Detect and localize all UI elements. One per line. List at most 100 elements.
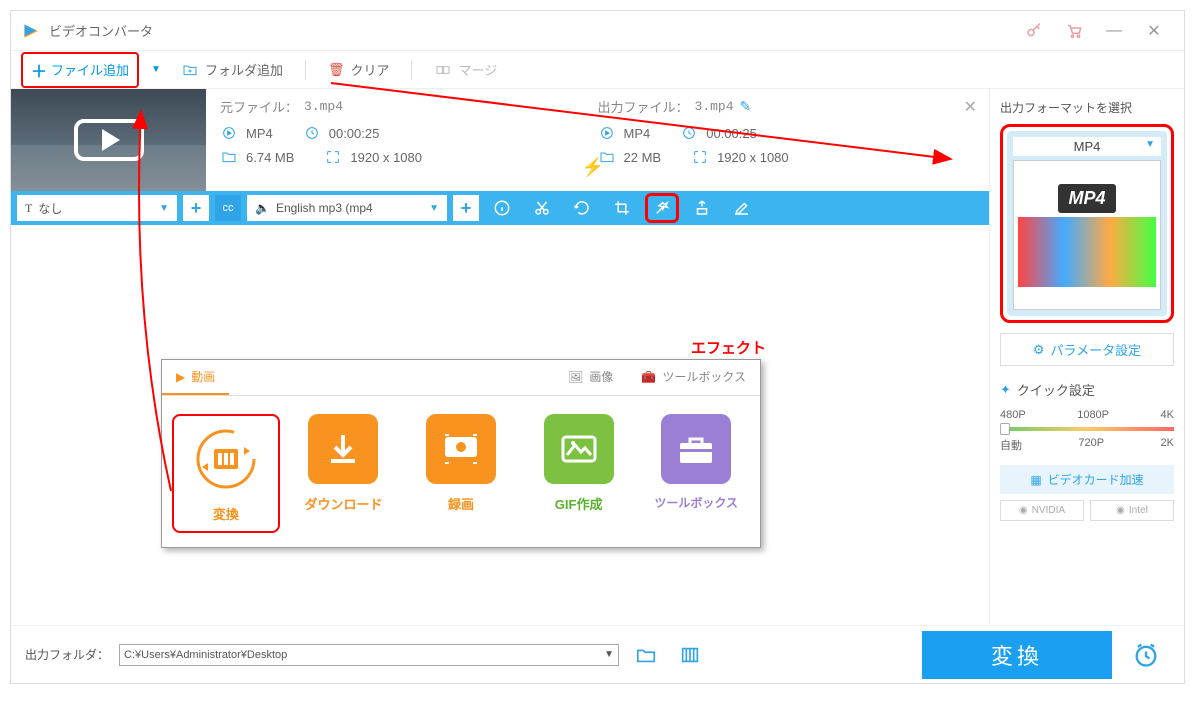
app-logo-icon (21, 21, 41, 41)
speaker-icon: 🔈 (255, 201, 270, 215)
tab-video-label: 動画 (191, 368, 215, 385)
output-settings-button[interactable] (673, 638, 707, 672)
effect-annotation: エフェクト (691, 337, 766, 358)
play-overlay-icon (74, 119, 144, 161)
rename-output-button[interactable]: ✎ (740, 98, 752, 115)
license-key-icon[interactable] (1014, 11, 1054, 51)
convert-button[interactable]: 変換 (922, 631, 1112, 679)
gpu-accel-label: ビデオカード加速 (1048, 471, 1144, 488)
minimize-button[interactable]: — (1094, 11, 1134, 51)
output-folder-path: C:¥Users¥Administrator¥Desktop (124, 649, 287, 661)
bottom-bar: 出力フォルダ： C:¥Users¥Administrator¥Desktop ▼… (11, 625, 1184, 683)
add-audio-button[interactable]: + (453, 195, 479, 221)
clock-icon (680, 124, 698, 142)
gpu-intel-label: Intel (1129, 505, 1148, 516)
source-size: 6.74 MB (246, 150, 294, 165)
res-auto: 自動 (1000, 437, 1022, 453)
output-folder-field[interactable]: C:¥Users¥Administrator¥Desktop ▼ (119, 644, 619, 666)
remove-file-button[interactable]: ✕ (964, 97, 977, 117)
image-tab-icon: 🖼 (568, 370, 583, 384)
main-toolbar: ＋ ファイル追加 ▼ フォルダ追加 🗑 クリア マージ (11, 51, 1184, 89)
film-strip-icon (1018, 217, 1156, 287)
subtitle-selector[interactable]: T なし ▼ (17, 195, 177, 221)
tool-convert[interactable]: 変換 (172, 414, 280, 533)
file-item-row: ✕ 元ファイル： 3.mp4 MP4 00:00:25 (11, 89, 989, 191)
chevron-down-icon: ▼ (1145, 139, 1155, 150)
clear-button[interactable]: 🗑 クリア (320, 56, 398, 83)
audio-track-selector[interactable]: 🔈 English mp3 (mp4 ▼ (247, 195, 447, 221)
add-file-dropdown[interactable]: ▼ (147, 64, 165, 75)
merge-button[interactable]: マージ (426, 56, 505, 83)
tool-record[interactable]: 録画 (407, 414, 515, 533)
gpu-intel-chip[interactable]: ◉ Intel (1090, 500, 1174, 521)
clock-icon (303, 124, 321, 142)
parameter-settings-button[interactable]: ⚙ パラメータ設定 (1000, 333, 1174, 366)
tab-toolbox[interactable]: 🧰 ツールボックス (627, 360, 760, 395)
source-file-name: 3.mp4 (304, 99, 343, 114)
app-title: ビデオコンバータ (49, 21, 1014, 40)
tool-record-label: 録画 (407, 494, 515, 513)
convert-button-label: 変換 (991, 639, 1043, 671)
toolbox-icon (661, 414, 731, 484)
info-button[interactable] (485, 191, 519, 225)
separator (411, 60, 412, 80)
quick-settings-header: クイック設定 (1000, 380, 1174, 399)
parameter-settings-label: パラメータ設定 (1051, 340, 1142, 359)
gpu-nvidia-label: NVIDIA (1032, 505, 1065, 516)
output-size: 22 MB (624, 150, 662, 165)
tool-toolbox[interactable]: ツールボックス (642, 414, 750, 533)
tool-download-label: ダウンロード (290, 494, 398, 513)
output-resolution: 1920 x 1080 (717, 150, 789, 165)
add-file-button[interactable]: ＋ ファイル追加 (21, 52, 139, 88)
output-folder-label: 出力フォルダ： (25, 646, 109, 663)
tab-image-label: 画像 (589, 368, 613, 385)
open-folder-button[interactable] (629, 638, 663, 672)
toolbox-tab-icon: 🧰 (641, 370, 656, 384)
video-thumbnail[interactable] (11, 89, 206, 191)
merge-icon (434, 61, 452, 79)
trash-icon: 🗑 (328, 62, 345, 78)
tab-image[interactable]: 🖼 画像 (554, 360, 627, 395)
effects-button[interactable] (645, 193, 679, 223)
gpu-nvidia-chip[interactable]: ◉ NVIDIA (1000, 500, 1084, 521)
quick-settings-label: クイック設定 (1017, 380, 1095, 399)
cut-button[interactable] (525, 191, 559, 225)
folder-plus-icon (181, 61, 199, 79)
resolution-quick-select[interactable]: 480P 1080P 4K 自動 720P 2K (1000, 407, 1174, 455)
tool-gif[interactable]: GIF作成 (525, 414, 633, 533)
plus-icon: ＋ (31, 58, 47, 82)
convert-icon (191, 424, 261, 494)
tab-video[interactable]: ▶ 動画 (162, 360, 229, 395)
chip-icon: ▦ (1030, 473, 1041, 487)
cc-button[interactable]: cc (215, 195, 241, 221)
tool-download[interactable]: ダウンロード (290, 414, 398, 533)
schedule-button[interactable] (1122, 631, 1170, 679)
watermark-button[interactable] (685, 191, 719, 225)
add-folder-button[interactable]: フォルダ追加 (173, 56, 291, 83)
download-icon (308, 414, 378, 484)
res-720p: 720P (1078, 437, 1104, 453)
cart-icon[interactable] (1054, 11, 1094, 51)
sliders-icon: ⚙ (1033, 342, 1045, 358)
add-subtitle-button[interactable]: + (183, 195, 209, 221)
separator (305, 60, 306, 80)
rotate-button[interactable] (565, 191, 599, 225)
output-duration: 00:00:25 (706, 126, 757, 141)
resolution-slider[interactable] (1000, 427, 1174, 431)
close-button[interactable]: ✕ (1134, 11, 1174, 51)
format-preview[interactable]: MP4 (1013, 160, 1161, 310)
tools-panel: ▶ 動画 🖼 画像 🧰 ツールボックス (161, 359, 761, 548)
gif-icon (544, 414, 614, 484)
format-value: MP4 (1074, 139, 1101, 154)
source-file-label: 元ファイル： (220, 97, 298, 116)
gpu-accel-button[interactable]: ▦ ビデオカード加速 (1000, 465, 1174, 494)
format-dropdown[interactable]: MP4 ▼ (1013, 137, 1161, 156)
crop-button[interactable] (605, 191, 639, 225)
add-folder-label: フォルダ追加 (205, 60, 283, 79)
output-file-name: 3.mp4 (695, 99, 734, 114)
edit-button[interactable] (725, 191, 759, 225)
audio-track-value: English mp3 (mp4 (276, 201, 373, 215)
folder-icon (220, 148, 238, 166)
lightning-icon: ⚡ (582, 157, 604, 178)
file-action-bar: T なし ▼ + cc 🔈 English mp3 (mp4 ▼ + (11, 191, 989, 225)
